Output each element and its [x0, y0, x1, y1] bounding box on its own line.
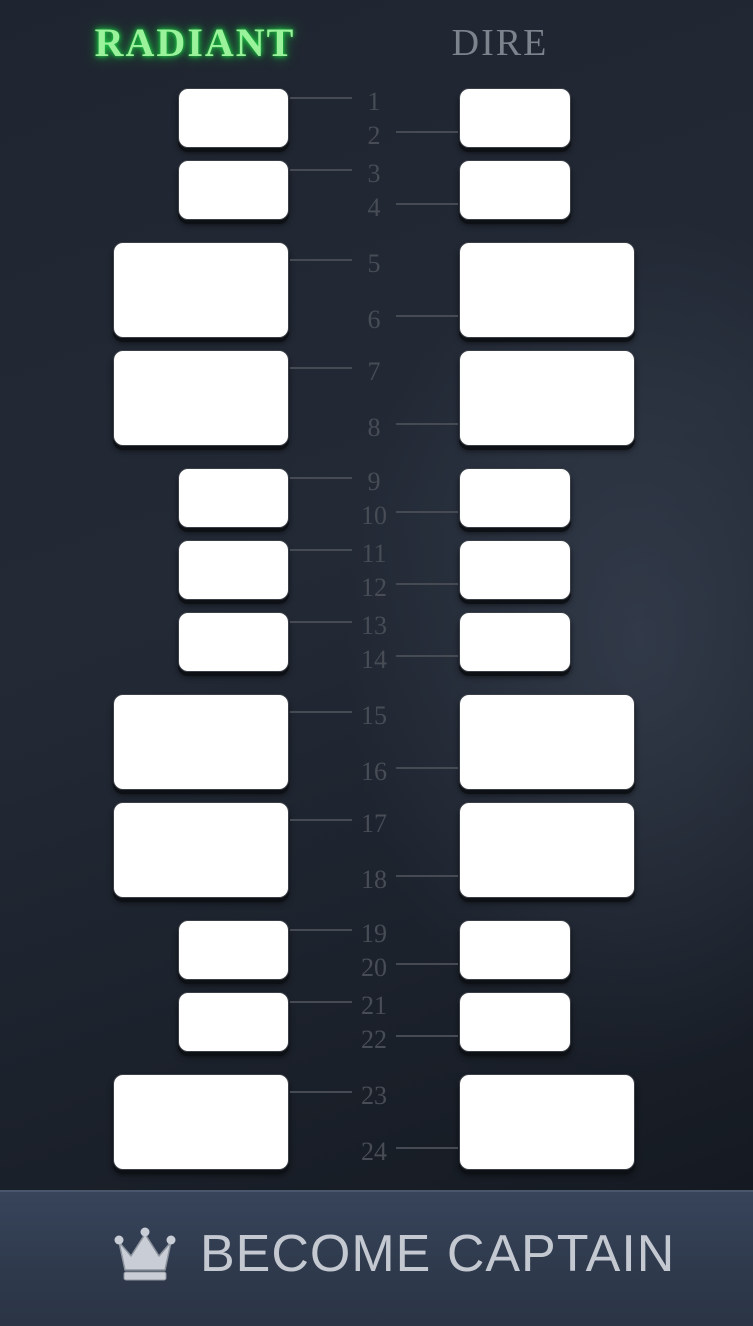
dire-slot-16	[459, 694, 635, 790]
connector-line	[396, 1035, 458, 1037]
connector-line	[396, 875, 458, 877]
dire-slot-20	[459, 920, 571, 980]
slot-number: 15	[361, 701, 387, 730]
become-captain-label: BECOME CAPTAIN	[200, 1225, 676, 1283]
radiant-slot-17	[113, 802, 289, 898]
radiant-slot-11	[178, 540, 289, 600]
connector-line	[396, 423, 458, 425]
radiant-title: RADIANT	[94, 20, 296, 65]
radiant-slot-21	[178, 992, 289, 1052]
connector-line	[290, 1091, 352, 1093]
radiant-slot-23	[113, 1074, 289, 1170]
connector-line	[290, 169, 352, 171]
slot-number: 6	[367, 305, 381, 334]
slot-number: 21	[361, 991, 387, 1020]
slot-number: 18	[361, 865, 387, 894]
dire-slot-4	[459, 160, 571, 220]
radiant-slot-15	[113, 694, 289, 790]
connector-line	[396, 131, 458, 133]
become-captain-button[interactable]: BECOME CAPTAIN	[0, 1190, 753, 1326]
dire-slot-14	[459, 612, 571, 672]
radiant-slot-9	[178, 468, 289, 528]
connector-line	[396, 315, 458, 317]
dire-title: DIRE	[451, 22, 549, 64]
dire-slot-12	[459, 540, 571, 600]
slot-number: 9	[367, 467, 381, 496]
slot-number: 23	[361, 1081, 387, 1110]
connector-line	[396, 767, 458, 769]
connector-line	[290, 621, 352, 623]
slot-number: 16	[361, 757, 387, 786]
connector-line	[396, 203, 458, 205]
connector-line	[396, 963, 458, 965]
slot-number: 2	[367, 121, 381, 150]
connector-line	[290, 711, 352, 713]
connector-line	[290, 477, 352, 479]
dire-slot-22	[459, 992, 571, 1052]
dire-slot-18	[459, 802, 635, 898]
connector-line	[290, 549, 352, 551]
dire-slot-8	[459, 350, 635, 446]
connector-line	[290, 259, 352, 261]
slot-number: 17	[361, 809, 387, 838]
slot-number: 20	[361, 953, 387, 982]
slot-number: 7	[367, 357, 381, 386]
crown-icon	[113, 1226, 177, 1282]
slot-number: 8	[367, 413, 381, 442]
connector-line	[396, 583, 458, 585]
slot-number: 22	[361, 1025, 387, 1054]
slot-number: 24	[361, 1137, 387, 1166]
slot-number: 3	[367, 159, 381, 188]
slot-number: 13	[361, 611, 387, 640]
slot-number: 1	[367, 87, 381, 116]
connector-line	[290, 819, 352, 821]
radiant-slot-19	[178, 920, 289, 980]
radiant-slot-1	[178, 88, 289, 148]
radiant-slot-7	[113, 350, 289, 446]
connector-line	[290, 929, 352, 931]
dire-slot-10	[459, 468, 571, 528]
slot-number: 5	[367, 249, 381, 278]
connector-line	[290, 1001, 352, 1003]
slot-number: 4	[367, 193, 381, 222]
connector-line	[396, 511, 458, 513]
slot-number: 10	[361, 501, 387, 530]
connector-line	[290, 97, 352, 99]
dire-slot-6	[459, 242, 635, 338]
connector-line	[290, 367, 352, 369]
draft-board: RADIANT DIRE 1 2 3 4 5 6 7 8 9 10 11 12 13 14 15 16 17 18…	[0, 0, 753, 1190]
slot-number: 12	[361, 573, 387, 602]
slot-number: 14	[361, 645, 387, 674]
connector-line	[396, 1147, 458, 1149]
dire-slot-24	[459, 1074, 635, 1170]
slot-number: 19	[361, 919, 387, 948]
connector-line	[396, 655, 458, 657]
radiant-slot-13	[178, 612, 289, 672]
radiant-slot-5	[113, 242, 289, 338]
dire-slot-2	[459, 88, 571, 148]
radiant-slot-3	[178, 160, 289, 220]
slot-number: 11	[361, 539, 387, 568]
